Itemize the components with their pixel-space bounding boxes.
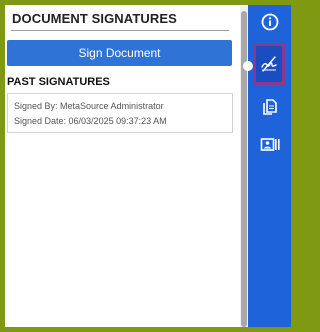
scrollbar-thumb[interactable] bbox=[241, 11, 247, 327]
documents-icon bbox=[263, 99, 277, 115]
sign-document-button[interactable]: Sign Document bbox=[7, 40, 232, 66]
contact-card-icon bbox=[260, 138, 280, 151]
window-frame: DOCUMENT SIGNATURES Sign Document PAST S… bbox=[0, 0, 295, 332]
panel-title: DOCUMENT SIGNATURES bbox=[12, 11, 177, 26]
signature-icon bbox=[261, 56, 277, 72]
panel-connector bbox=[243, 61, 253, 71]
signed-date-text: Signed Date: 06/03/2025 09:37:23 AM bbox=[14, 116, 167, 126]
info-button[interactable] bbox=[258, 10, 282, 34]
info-icon bbox=[261, 13, 279, 31]
past-signatures-heading: PAST SIGNATURES bbox=[7, 76, 110, 88]
signed-by-text: Signed By: MetaSource Administrator bbox=[14, 101, 164, 111]
signatures-window: DOCUMENT SIGNATURES Sign Document PAST S… bbox=[5, 5, 291, 327]
title-divider bbox=[11, 30, 229, 31]
signature-button[interactable] bbox=[253, 43, 285, 85]
documents-button[interactable] bbox=[258, 95, 282, 119]
signatures-panel: DOCUMENT SIGNATURES Sign Document PAST S… bbox=[5, 5, 240, 327]
side-toolbar bbox=[248, 5, 291, 327]
contact-card-button[interactable] bbox=[258, 133, 282, 157]
signature-entry: Signed By: MetaSource Administrator Sign… bbox=[7, 93, 233, 133]
